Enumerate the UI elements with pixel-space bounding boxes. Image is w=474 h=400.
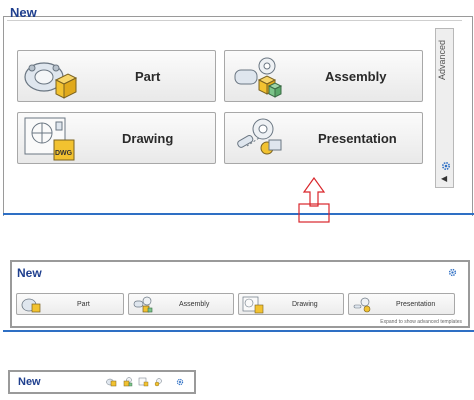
part-template-button[interactable]: Part	[16, 293, 124, 315]
drawing-icon	[242, 296, 264, 314]
presentation-template-button[interactable]: Presentation	[224, 112, 423, 164]
part-icon	[21, 298, 41, 313]
assembly-label: Assembly	[325, 69, 387, 84]
collapse-arrow-icon[interactable]: ◀	[441, 174, 447, 183]
assembly-icon	[234, 57, 283, 98]
drawing-icon: DWG	[24, 117, 75, 161]
dwg-badge: DWG	[55, 150, 73, 157]
advanced-tab-label: Advanced	[437, 39, 447, 80]
presentation-label: Presentation	[396, 301, 436, 308]
assembly-icon[interactable]	[122, 377, 133, 387]
expand-hint-text: Expand to show advanced templates	[380, 319, 462, 325]
part-icon[interactable]	[106, 377, 117, 387]
assembly-label: Assembly	[179, 301, 210, 308]
part-label: Part	[135, 69, 161, 84]
panel-divider-line	[3, 213, 474, 215]
part-template-button[interactable]: Part	[17, 50, 216, 102]
presentation-template-button[interactable]: Presentation	[348, 293, 455, 315]
panel-title: New	[18, 376, 41, 388]
presentation-icon	[353, 297, 371, 313]
gear-icon[interactable]	[176, 378, 184, 386]
drawing-template-button[interactable]: Drawing	[238, 293, 344, 315]
drawing-icon[interactable]	[138, 377, 149, 387]
title-divider	[7, 20, 462, 21]
presentation-icon	[237, 118, 282, 155]
up-arrow-callout-icon	[298, 176, 330, 223]
drawing-template-button[interactable]: DWG Drawing	[17, 112, 216, 164]
assembly-template-button[interactable]: Assembly	[128, 293, 234, 315]
advanced-tab-label-wrap: Advanced	[435, 28, 454, 88]
presentation-icon[interactable]	[153, 377, 164, 387]
panel-title: New	[17, 266, 42, 280]
drawing-label: Drawing	[122, 131, 174, 146]
gear-icon[interactable]	[448, 268, 457, 277]
part-label: Part	[77, 301, 90, 308]
presentation-label: Presentation	[318, 131, 397, 146]
gear-icon[interactable]	[441, 161, 451, 171]
drawing-label: Drawing	[292, 301, 318, 308]
assembly-icon	[133, 296, 153, 313]
part-icon	[24, 62, 78, 99]
panel-title: New	[10, 5, 37, 20]
assembly-template-button[interactable]: Assembly	[224, 50, 423, 102]
panel-divider-line	[3, 330, 474, 332]
